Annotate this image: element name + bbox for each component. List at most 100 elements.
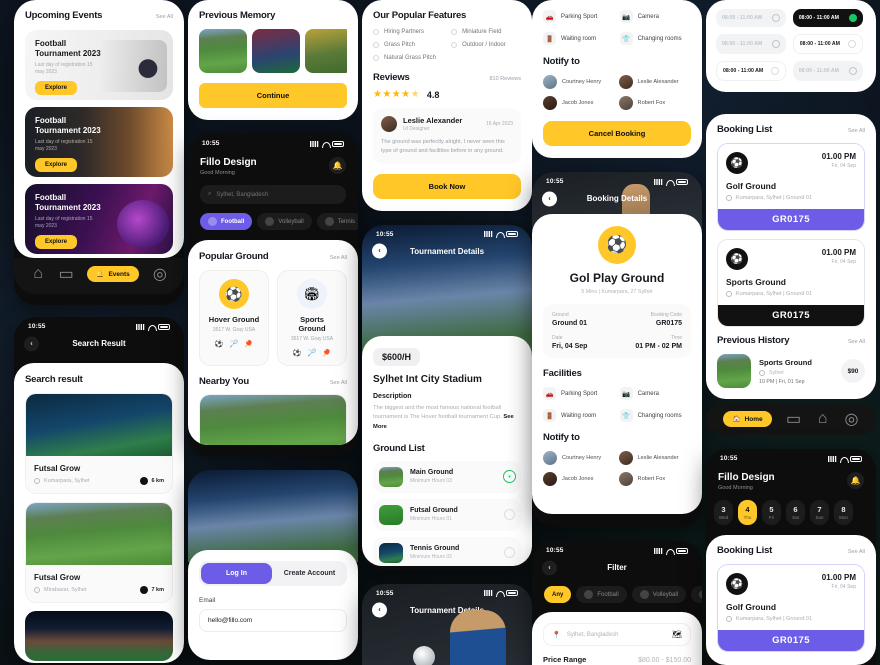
- slot-item[interactable]: 08:00 - 11:00 AM: [716, 34, 786, 54]
- ground-address: 3517 W. Gray USA: [290, 336, 334, 342]
- see-all-link[interactable]: See All: [330, 380, 347, 386]
- list-item[interactable]: Futsal Grow Kumarpara, Sylhet 6 km: [25, 393, 173, 494]
- person-item: Leslie Alexander: [618, 75, 689, 89]
- booking-card[interactable]: ⚽ 01.00 PM Fri, 04 Sep Golf Ground Kumar…: [717, 564, 865, 652]
- email-field[interactable]: hello@fillo.com: [199, 609, 347, 632]
- section-title: Previous Memory: [199, 10, 276, 21]
- slot-item[interactable]: 08:00 - 11:00 AM: [792, 34, 863, 54]
- tab-home[interactable]: 🏠 Home: [723, 411, 772, 427]
- chip-volleyball[interactable]: Volleyball: [631, 586, 687, 603]
- screen-filter: 10:55 ‹ Filter Any Football Volleyball T…: [532, 541, 702, 665]
- back-icon[interactable]: ‹: [542, 191, 557, 206]
- section-title: Previous History: [717, 335, 790, 346]
- cancel-booking-button[interactable]: Cancel Booking: [543, 121, 691, 146]
- tab-events[interactable]: 🔔 Events: [87, 266, 139, 282]
- explore-button[interactable]: Explore: [35, 158, 78, 172]
- back-icon[interactable]: ‹: [372, 602, 387, 618]
- list-item[interactable]: Futsal Grow Mirabazar, Sylhet 7 km: [25, 502, 173, 603]
- ticket-icon[interactable]: ▭: [786, 411, 801, 428]
- see-all-link[interactable]: See All: [848, 128, 865, 134]
- features-title: Our Popular Features: [373, 10, 467, 21]
- ticket-icon[interactable]: ▭: [59, 266, 74, 283]
- nearby-card[interactable]: Futsal Grow 3517 W. Gray USA, Sylhet 6 k…: [199, 393, 347, 445]
- chip-any[interactable]: Any: [544, 586, 572, 603]
- reviewer-name: Leslie Alexander: [403, 116, 463, 125]
- day-item[interactable]: 6 Sat: [786, 500, 805, 525]
- wifi-icon: [666, 179, 675, 186]
- status-time: 10:55: [28, 323, 46, 330]
- signal-icon: [484, 590, 493, 597]
- map-icon[interactable]: 🗺: [672, 630, 682, 639]
- history-item[interactable]: Sports Ground Sylhet 10 PM | Fri, 01 Sep…: [717, 354, 865, 399]
- ground-card[interactable]: 🏟 Sports Ground 3517 W. Gray USA ⚽ 🏸 🏓: [277, 270, 347, 366]
- slot-item[interactable]: 08:00 - 11:00 AM: [792, 61, 863, 81]
- book-now-button[interactable]: Book Now: [373, 173, 521, 199]
- day-item-selected[interactable]: 4 Thu: [738, 500, 757, 525]
- ground-list-item[interactable]: Futsal Ground Minimum Hours 01: [373, 498, 521, 531]
- search-icon: ⌕: [208, 191, 212, 197]
- see-all-link[interactable]: See All: [330, 255, 347, 261]
- camera-icon: 📷: [619, 387, 633, 400]
- auth-tabs: Log In Create Account: [199, 561, 347, 586]
- search-input[interactable]: ⌕ Sylhet, Bangladesh: [200, 185, 346, 204]
- nearby-image: [200, 394, 346, 445]
- slot-item[interactable]: 08:00 - 11:00 AM: [716, 61, 786, 81]
- tab-login[interactable]: Log In: [201, 563, 272, 584]
- tab-events-label: Events: [108, 270, 130, 278]
- memory-thumb[interactable]: [199, 29, 247, 73]
- popular-header: Popular Ground See All: [199, 251, 347, 262]
- booking-card[interactable]: ⚽ 01.00 PM Fri, 04 Sep Sports Ground Kum…: [717, 239, 865, 327]
- bell-icon[interactable]: 🔔: [847, 472, 864, 489]
- tab-create-account[interactable]: Create Account: [274, 563, 345, 584]
- see-all-link[interactable]: See All: [156, 14, 173, 20]
- signal-icon: [484, 231, 493, 238]
- ground-list-item[interactable]: Tennis Ground Minimum Hours 02: [373, 536, 521, 566]
- nearby-header: Nearby You See All: [199, 376, 347, 387]
- slot-item[interactable]: 08:00 - 11:00 AM: [716, 9, 786, 27]
- memory-thumb[interactable]: [252, 29, 300, 73]
- bell-icon[interactable]: 🔔: [329, 157, 346, 174]
- back-icon[interactable]: ‹: [372, 243, 387, 259]
- explore-button[interactable]: Explore: [35, 81, 78, 95]
- slot-item[interactable]: 08:00 - 11:00 AM: [792, 9, 863, 27]
- radio-unselected[interactable]: [504, 547, 515, 559]
- explore-button[interactable]: Explore: [35, 235, 78, 249]
- event-card[interactable]: Football Tournament 2023 Last day of regi…: [25, 30, 173, 100]
- event-card[interactable]: Football Tournament 2023 Last day of regi…: [25, 184, 173, 254]
- continue-button[interactable]: Continue: [199, 83, 347, 108]
- radio-unselected[interactable]: [504, 509, 515, 521]
- rating-stars: ★★★★★: [373, 89, 420, 100]
- chip-football[interactable]: Football: [200, 213, 253, 230]
- back-icon[interactable]: ‹: [24, 336, 39, 351]
- back-icon[interactable]: ‹: [542, 560, 557, 575]
- bag-icon[interactable]: ⌂: [816, 410, 830, 427]
- day-item[interactable]: 7 Sun: [810, 500, 829, 525]
- location-input[interactable]: Sylhet, Bangladesh: [567, 632, 666, 638]
- booking-card[interactable]: ⚽ 01.00 PM Fri, 04 Sep Golf Ground Kumar…: [717, 143, 865, 231]
- day-item[interactable]: 8 Mon: [834, 500, 853, 525]
- football-icon: ⚽: [214, 340, 224, 348]
- profile-icon[interactable]: ◎: [844, 411, 859, 428]
- see-all-link[interactable]: See All: [848, 339, 865, 345]
- booking-time: 01.00 PM: [821, 152, 856, 161]
- day-item[interactable]: 3 Wed: [714, 500, 733, 525]
- profile-icon[interactable]: ◎: [153, 266, 167, 283]
- memory-thumb[interactable]: [305, 29, 347, 73]
- chip-football[interactable]: Football: [576, 586, 627, 603]
- see-all-link[interactable]: See All: [848, 549, 865, 555]
- chip-tennis[interactable]: Tennis: [691, 586, 702, 603]
- day-item[interactable]: 5 Fri: [762, 500, 781, 525]
- bullet-icon: [451, 29, 458, 35]
- person-item: Courtney Henry: [543, 451, 613, 465]
- chip-volleyball[interactable]: Volleyball: [257, 213, 312, 230]
- list-item[interactable]: [25, 611, 173, 661]
- column-4: 🚗 Parking Sport 📷 Camera 🚪 Waiting room 👕 Ch…: [532, 0, 702, 665]
- ground-list-item[interactable]: Main Ground Minimum Hours 03: [373, 460, 521, 493]
- facility-item: 🚗 Parking Sport: [543, 10, 610, 23]
- ground-card[interactable]: ⚽ Hover Ground 3517 W. Gray USA ⚽ 🏸 🏓: [199, 270, 269, 366]
- chip-tennis[interactable]: Tennis: [316, 213, 358, 230]
- home-icon[interactable]: ⌂: [31, 265, 45, 282]
- event-card[interactable]: Football Tournament 2023 Last day of regi…: [25, 107, 173, 177]
- radio-selected[interactable]: [503, 470, 516, 484]
- ground-name: Hover Ground: [208, 315, 260, 324]
